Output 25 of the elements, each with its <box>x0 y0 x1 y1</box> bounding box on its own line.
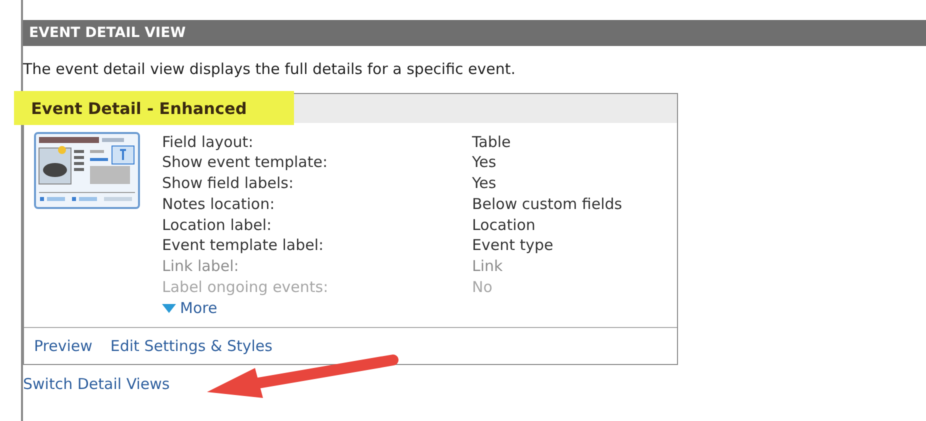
field-value: No <box>472 277 492 298</box>
footer-link[interactable]: Preview <box>34 334 92 358</box>
field-label: Event template label: <box>162 235 325 256</box>
section-description: The event detail view displays the full details for a specific event. <box>23 59 517 80</box>
field-value: Below custom fields <box>472 194 622 215</box>
more-link[interactable]: More <box>162 298 218 319</box>
switch-views-link[interactable]: Switch Detail Views <box>23 373 170 396</box>
field-value: Event type <box>472 235 554 256</box>
card-title: Event Detail - Enhanced <box>31 98 247 118</box>
field-label: Link label: <box>162 256 240 278</box>
layout-preview-icon <box>34 132 140 208</box>
field-label: Field layout: <box>162 132 254 152</box>
section-header: EVENT DETAIL VIEW <box>23 20 926 46</box>
footer-link[interactable]: Edit Settings & Styles <box>110 334 272 358</box>
field-value: Location <box>472 214 536 236</box>
field-value: Link <box>472 256 503 278</box>
field-value: Yes <box>472 173 496 194</box>
field-label: Location label: <box>162 214 273 236</box>
field-label: Notes location: <box>162 194 276 215</box>
field-label: Show field labels: <box>162 173 295 194</box>
triangle-down-icon <box>162 304 176 313</box>
field-value: Yes <box>472 152 496 174</box>
field-label: Label ongoing events: <box>162 277 330 298</box>
field-value: Table <box>472 132 511 152</box>
field-label: Show event template: <box>162 152 328 174</box>
